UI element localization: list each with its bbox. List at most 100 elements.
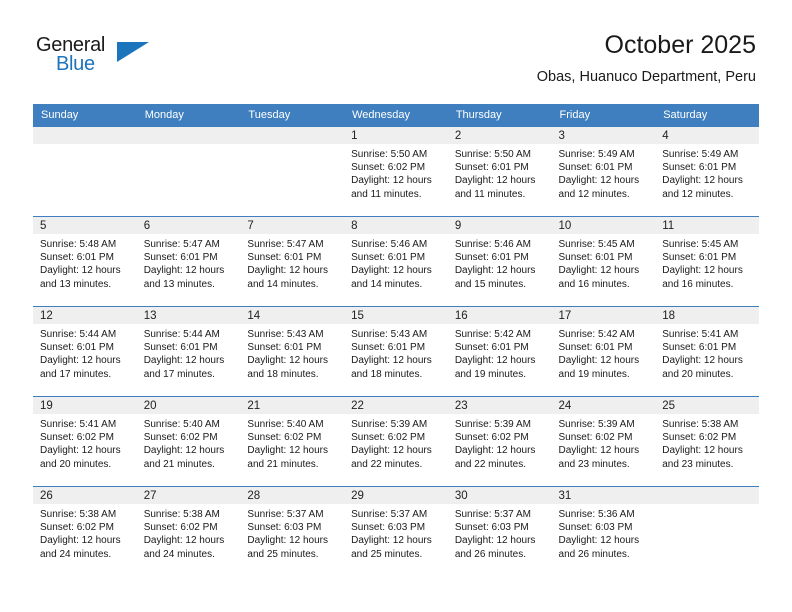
daylight-text-line1: Daylight: 12 hours [558,175,640,187]
sunrise-text: Sunrise: 5:49 AM [558,149,635,160]
calendar-day-cell[interactable]: 28 Sunrise: 5:37 AM Sunset: 6:03 PM Dayligh… [240,486,345,577]
calendar-day-cell[interactable]: 18 Sunrise: 5:41 AM Sunset: 6:01 PM Dayligh… [655,306,759,397]
daylight-text-line1: Daylight: 12 hours [662,355,743,367]
calendar-day-cell[interactable]: 19 Sunrise: 5:41 AM Sunset: 6:02 PM Dayligh… [33,396,137,487]
calendar-week-row: 1 Sunrise: 5:50 AM Sunset: 6:02 PM Daylight… [33,126,759,217]
calendar-day-cell[interactable]: 20 Sunrise: 5:40 AM Sunset: 6:02 PM Dayligh… [136,396,241,487]
day-number: 19 [33,397,137,414]
sunset-text: Sunset: 6:01 PM [662,252,737,264]
sunrise-text: Sunrise: 5:40 AM [247,419,324,430]
sunset-text: Sunset: 6:01 PM [351,342,426,354]
daylight-text-line1: Daylight: 12 hours [558,355,640,367]
sunset-text: Sunset: 6:02 PM [143,432,218,444]
day-number: 23 [447,397,552,414]
calendar-day-cell[interactable]: 6 Sunrise: 5:47 AM Sunset: 6:01 PM Daylight… [136,216,241,307]
sunset-text: Sunset: 6:02 PM [40,432,114,444]
daylight-text-line1: Daylight: 12 hours [454,355,536,367]
calendar-day-cell[interactable]: 7 Sunrise: 5:47 AM Sunset: 6:01 PM Daylight… [240,216,345,307]
calendar-day-cell[interactable]: 23 Sunrise: 5:39 AM Sunset: 6:02 PM Dayligh… [447,396,552,487]
calendar-day-cell[interactable]: 4 Sunrise: 5:49 AM Sunset: 6:01 PM Daylight… [655,126,759,217]
daylight-text-line2: and 21 minutes. [247,458,319,470]
sunrise-text: Sunrise: 5:38 AM [143,509,220,520]
calendar-day-cell[interactable]: 5 Sunrise: 5:48 AM Sunset: 6:01 PM Daylight… [33,216,137,307]
day-details: Sunrise: 5:44 AM Sunset: 6:01 PM Daylight:… [33,324,137,381]
sunrise-text: Sunrise: 5:43 AM [351,329,428,340]
daylight-text-line2: and 18 minutes. [351,368,423,380]
sunrise-text: Sunrise: 5:47 AM [247,239,324,250]
sunset-text: Sunset: 6:02 PM [454,432,529,444]
sunset-text: Sunset: 6:01 PM [454,162,529,174]
day-details: Sunrise: 5:47 AM Sunset: 6:01 PM Daylight:… [137,234,241,291]
day-number: 2 [447,127,552,144]
daylight-text-line2: and 24 minutes. [40,548,112,560]
calendar-day-cell[interactable]: 29 Sunrise: 5:37 AM Sunset: 6:03 PM Dayligh… [344,486,448,577]
weekday-header-monday: Monday [136,104,241,127]
day-number: 21 [240,397,345,414]
sunset-text: Sunset: 6:02 PM [558,432,633,444]
page-title: October 2025 [604,31,757,59]
sunrise-text: Sunrise: 5:44 AM [143,329,220,340]
daylight-text-line1: Daylight: 12 hours [454,445,536,457]
calendar-day-cell[interactable]: 2 Sunrise: 5:50 AM Sunset: 6:01 PM Daylight… [447,126,552,217]
day-details: Sunrise: 5:41 AM Sunset: 6:02 PM Daylight:… [33,414,137,471]
sunset-text: Sunset: 6:03 PM [247,522,322,534]
calendar-day-cell[interactable]: 25 Sunrise: 5:38 AM Sunset: 6:02 PM Dayligh… [655,396,759,487]
calendar-day-cell[interactable]: 30 Sunrise: 5:37 AM Sunset: 6:03 PM Dayligh… [447,486,552,577]
calendar-day-cell[interactable]: 26 Sunrise: 5:38 AM Sunset: 6:02 PM Dayligh… [33,486,137,577]
calendar-day-cell[interactable]: 17 Sunrise: 5:42 AM Sunset: 6:01 PM Dayligh… [551,306,656,397]
calendar-day-cell[interactable]: 12 Sunrise: 5:44 AM Sunset: 6:01 PM Dayligh… [33,306,137,397]
calendar-day-cell[interactable]: 11 Sunrise: 5:45 AM Sunset: 6:01 PM Dayligh… [655,216,759,307]
calendar-day-cell[interactable]: 16 Sunrise: 5:42 AM Sunset: 6:01 PM Dayligh… [447,306,552,397]
daylight-text-line2: and 25 minutes. [351,548,423,560]
calendar-day-cell[interactable]: 1 Sunrise: 5:50 AM Sunset: 6:02 PM Daylight… [344,126,448,217]
calendar-day-cell[interactable]: 22 Sunrise: 5:39 AM Sunset: 6:02 PM Dayligh… [344,396,448,487]
sunrise-text: Sunrise: 5:39 AM [558,419,635,430]
sunset-text: Sunset: 6:02 PM [351,162,426,174]
day-number: 18 [655,307,759,324]
calendar-day-cell[interactable]: 10 Sunrise: 5:45 AM Sunset: 6:01 PM Dayligh… [551,216,656,307]
generalblue-logo[interactable]: General Blue [36,34,156,84]
calendar-day-cell[interactable]: 27 Sunrise: 5:38 AM Sunset: 6:02 PM Dayligh… [136,486,241,577]
calendar-day-cell[interactable]: 21 Sunrise: 5:40 AM Sunset: 6:02 PM Dayligh… [240,396,345,487]
calendar-day-cell[interactable]: 15 Sunrise: 5:43 AM Sunset: 6:01 PM Dayligh… [344,306,448,397]
sunset-text: Sunset: 6:01 PM [40,342,114,354]
day-details: Sunrise: 5:42 AM Sunset: 6:01 PM Daylight:… [448,324,552,381]
day-number: 3 [551,127,656,144]
day-details: Sunrise: 5:37 AM Sunset: 6:03 PM Daylight:… [344,504,448,561]
sunrise-text: Sunrise: 5:41 AM [662,329,739,340]
sunrise-text: Sunrise: 5:45 AM [558,239,635,250]
day-number: 17 [551,307,656,324]
sunset-text: Sunset: 6:01 PM [662,162,737,174]
daylight-text-line1: Daylight: 12 hours [351,265,432,277]
sunset-text: Sunset: 6:02 PM [662,432,737,444]
sunrise-text: Sunrise: 5:36 AM [558,509,635,520]
calendar-day-cell[interactable]: 8 Sunrise: 5:46 AM Sunset: 6:01 PM Daylight… [344,216,448,307]
day-details: Sunrise: 5:37 AM Sunset: 6:03 PM Daylight:… [448,504,552,561]
sunrise-text: Sunrise: 5:42 AM [454,329,531,340]
daylight-text-line2: and 11 minutes. [454,188,526,200]
calendar-day-cell[interactable]: 31 Sunrise: 5:36 AM Sunset: 6:03 PM Dayligh… [551,486,656,577]
sunset-text: Sunset: 6:01 PM [143,252,218,264]
calendar-day-cell[interactable]: 13 Sunrise: 5:44 AM Sunset: 6:01 PM Dayligh… [136,306,241,397]
daylight-text-line2: and 20 minutes. [40,458,112,470]
sunset-text: Sunset: 6:02 PM [40,522,114,534]
page-subtitle: Obas, Huanuco Department, Peru [536,69,756,85]
daylight-text-line1: Daylight: 12 hours [662,175,743,187]
calendar-day-cell[interactable]: 24 Sunrise: 5:39 AM Sunset: 6:02 PM Dayligh… [551,396,656,487]
daylight-text-line2: and 13 minutes. [40,278,112,290]
day-details: Sunrise: 5:39 AM Sunset: 6:02 PM Daylight:… [344,414,448,471]
calendar-day-cell[interactable]: 3 Sunrise: 5:49 AM Sunset: 6:01 PM Daylight… [551,126,656,217]
day-details: Sunrise: 5:46 AM Sunset: 6:01 PM Daylight:… [448,234,552,291]
sunset-text: Sunset: 6:03 PM [454,522,529,534]
calendar-day-cell[interactable]: 9 Sunrise: 5:46 AM Sunset: 6:01 PM Daylight… [447,216,552,307]
day-number: 22 [344,397,448,414]
day-number: 1 [344,127,448,144]
daylight-text-line1: Daylight: 12 hours [558,445,640,457]
day-number: 6 [136,217,241,234]
day-number: 26 [33,487,137,504]
daylight-text-line2: and 26 minutes. [454,548,526,560]
day-details: Sunrise: 5:46 AM Sunset: 6:01 PM Daylight:… [344,234,448,291]
daylight-text-line1: Daylight: 12 hours [558,265,640,277]
sunset-text: Sunset: 6:02 PM [351,432,426,444]
calendar-day-cell[interactable]: 14 Sunrise: 5:43 AM Sunset: 6:01 PM Dayligh… [240,306,345,397]
